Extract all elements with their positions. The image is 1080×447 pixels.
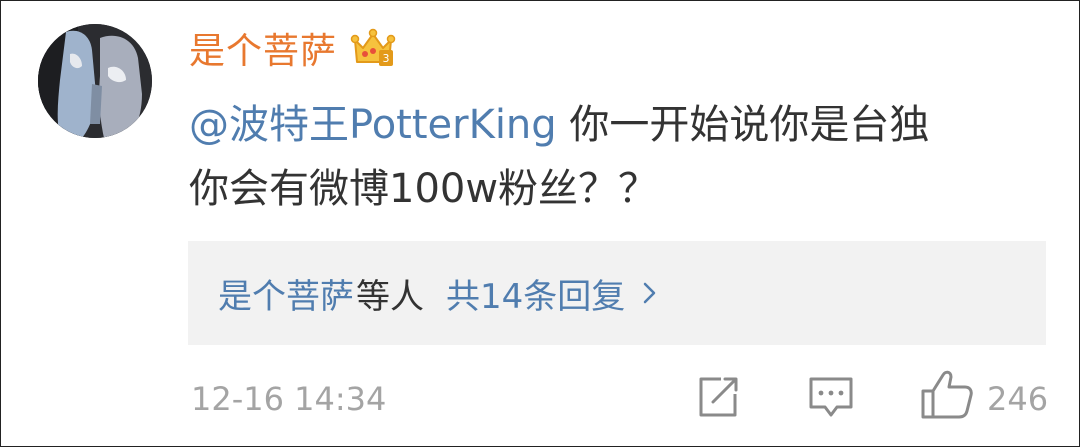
reply-names[interactable]: 是个菩萨 (218, 269, 354, 318)
share-icon[interactable] (695, 374, 741, 420)
replies-preview[interactable]: 是个菩萨 等人 共14条回复 (188, 241, 1046, 345)
like-count: 246 (987, 380, 1049, 418)
crown-badge-icon: 3 (350, 28, 396, 66)
avatar-image (38, 24, 152, 138)
reply-count-link[interactable]: 共14条回复 (446, 269, 625, 318)
comment-card: 是个菩萨 3 @波特王PotterKing 你一开始说你是台独 你会有微博100… (0, 0, 1080, 447)
timestamp: 12-16 14:34 (191, 380, 387, 418)
comment-text-line2: 你会有微博100w粉丝？？ (189, 166, 659, 212)
thumbs-up-icon[interactable] (919, 367, 975, 421)
svg-text:3: 3 (383, 52, 390, 65)
comment-text: @波特王PotterKing 你一开始说你是台独 你会有微博100w粉丝？？ (189, 93, 1049, 221)
username[interactable]: 是个菩萨 (189, 22, 337, 74)
chevron-right-icon (644, 282, 656, 304)
comment-text-line1: 你一开始说你是台独 (556, 102, 930, 148)
comment-icon[interactable] (807, 374, 855, 420)
avatar[interactable] (38, 24, 152, 138)
mention-link[interactable]: @波特王PotterKing (189, 102, 557, 148)
username-row: 是个菩萨 3 (189, 23, 397, 73)
reply-etc-label: 等人 (356, 276, 424, 317)
